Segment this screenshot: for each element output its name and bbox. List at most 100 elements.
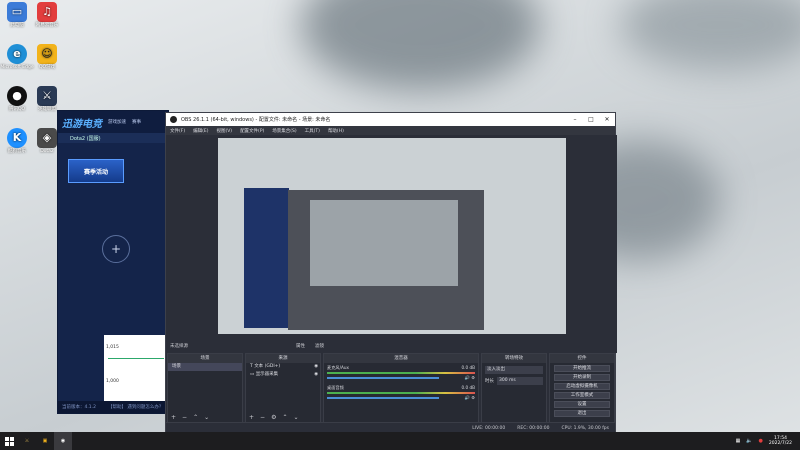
mic-volume-slider[interactable]	[327, 377, 440, 379]
graph-label-top: 1,015	[106, 345, 119, 350]
booster-season-card[interactable]: 赛季活动	[68, 159, 124, 183]
obs-titlebar: OBS 26.1.1 (64-bit, windows) - 配置文件: 未命名…	[166, 113, 615, 126]
preview-area	[166, 135, 617, 353]
source-properties-button[interactable]: 属性	[296, 343, 305, 349]
remove-icon[interactable]: −	[260, 414, 265, 421]
desktop-icon-lol[interactable]: ⚔ 英雄联盟	[30, 86, 64, 113]
move-up-icon[interactable]: ⌃	[282, 414, 287, 421]
mic-level-meter	[327, 372, 475, 374]
mixer-desktop-db: 0.0 dB	[461, 385, 475, 390]
eye-icon[interactable]: ◉	[314, 371, 320, 379]
clock-date: 2022/7/22	[768, 441, 792, 446]
source-toolbar: 未选择源 属性 滤镜	[166, 340, 617, 351]
booster-tab-events[interactable]: 赛事	[132, 119, 141, 125]
mixer-mic-db: 0.0 dB	[461, 365, 475, 370]
window-controls: – □ ✕	[567, 116, 615, 123]
desktop-icon-this-pc[interactable]: ▭ 此电脑	[0, 2, 34, 29]
move-up-icon[interactable]: ⌃	[193, 414, 198, 421]
start-virtual-camera-button[interactable]: 启动虚拟摄像机	[554, 383, 610, 390]
desktop-icon-netease-music[interactable]: ♫ 网易云音乐	[30, 2, 64, 29]
menu-scene-collection[interactable]: 场景集合(S)	[272, 128, 296, 134]
transition-type-select[interactable]: 淡入淡出	[485, 366, 543, 374]
source-item-text[interactable]: T 文本 (GDI+) ◉	[246, 363, 320, 371]
desktop-icon-edge[interactable]: e Microsoft Edge	[0, 44, 34, 71]
scene-item[interactable]: 场景	[168, 363, 242, 371]
start-recording-button[interactable]: 开始录制	[554, 374, 610, 381]
graph-label-bottom: 1,000	[106, 379, 119, 384]
booster-add-game-button[interactable]: +	[102, 235, 130, 263]
duration-input[interactable]: 300 ms	[497, 377, 543, 385]
source-filters-button[interactable]: 滤镜	[315, 343, 324, 349]
computer-icon: ▭	[7, 2, 27, 22]
game-booster-window[interactable]: 迅游电竞 游戏加速 赛事 Dota2 (国服) 赛季活动 + 1,015 1,0…	[57, 110, 169, 414]
close-icon[interactable]: ✕	[599, 116, 615, 123]
booster-game-name: Dota2 (国服)	[70, 135, 101, 142]
source-item-display[interactable]: ▭ 显示器采集 ◉	[246, 371, 320, 379]
menu-file[interactable]: 文件(F)	[170, 128, 185, 134]
taskbar-obs[interactable]: ◉	[54, 432, 72, 450]
scenes-panel: 场景 场景 + − ⌃ ⌄	[167, 353, 243, 423]
live-status: LIVE: 00:00:00	[472, 425, 506, 431]
start-button[interactable]	[0, 432, 18, 450]
netease-tray-icon[interactable]: ●	[759, 438, 763, 444]
desktop-level-meter	[327, 392, 475, 394]
eye-icon[interactable]: ◉	[314, 363, 320, 371]
menu-edit[interactable]: 编辑(E)	[193, 128, 208, 134]
move-down-icon[interactable]: ⌄	[204, 414, 209, 421]
exit-button[interactable]: 退出	[554, 410, 610, 417]
preview-canvas[interactable]	[218, 138, 566, 334]
taskbar-lol[interactable]: ⚔	[18, 432, 36, 450]
edge-icon: e	[7, 44, 27, 64]
booster-help-link[interactable]: 【帮助】 遇到问题怎么办？	[108, 404, 163, 410]
sources-toolbar: + − ⚙ ⌃ ⌄	[246, 413, 320, 422]
taskbar-clock[interactable]: 17:54 2022/7/22	[769, 436, 792, 447]
booster-header: 迅游电竞 游戏加速 赛事	[58, 111, 168, 133]
obs-window[interactable]: OBS 26.1.1 (64-bit, windows) - 配置文件: 未命名…	[165, 112, 617, 434]
mixer-row-desktop: 桌面音频 0.0 dB 🔊 ⚙	[327, 385, 475, 401]
booster-tab-accelerate[interactable]: 游戏加速	[108, 119, 126, 125]
qq-icon: ●	[7, 86, 27, 106]
remove-icon[interactable]: −	[182, 414, 187, 421]
controls-panel: 控件 开始推流 开始录制 启动虚拟摄像机 工作室模式 设置 退出	[549, 353, 615, 423]
transitions-header: 转场特效	[482, 354, 546, 363]
obs-title: OBS 26.1.1 (64-bit, windows) - 配置文件: 未命名…	[181, 117, 331, 123]
studio-mode-button[interactable]: 工作室模式	[554, 392, 610, 399]
volume-icon[interactable]: 🔈	[746, 438, 752, 444]
desktop-icon-kugou[interactable]: K 酷狗音乐	[0, 128, 34, 155]
desktop-icon-qq-game[interactable]: ☺ QQ游戏	[30, 44, 64, 71]
desktop-icon-qq[interactable]: ● 腾讯QQ	[0, 86, 34, 113]
mixer-desktop-name: 桌面音频	[327, 385, 344, 390]
settings-button[interactable]: 设置	[554, 401, 610, 408]
menu-profile[interactable]: 配置文件(P)	[240, 128, 264, 134]
sources-panel: 来源 T 文本 (GDI+) ◉ ▭ 显示器采集 ◉ + − ⚙ ⌃ ⌄	[245, 353, 321, 423]
scenes-header: 场景	[168, 354, 242, 363]
gear-icon[interactable]: ⚙	[271, 414, 276, 421]
speaker-icon[interactable]: 🔊 ⚙	[465, 375, 475, 381]
start-streaming-button[interactable]: 开始推流	[554, 365, 610, 372]
minimize-icon[interactable]: –	[567, 116, 583, 123]
taskbar-booster[interactable]: ▣	[36, 432, 54, 450]
mixer-row-mic: 麦克风/Aux 0.0 dB 🔊 ⚙	[327, 365, 475, 381]
system-tray: ▦ 🔈 ● 17:54 2022/7/22	[736, 436, 800, 447]
menu-tools[interactable]: 工具(T)	[305, 128, 320, 134]
rec-status: REC: 00:00:00	[517, 425, 550, 431]
speaker-icon[interactable]: 🔊 ⚙	[465, 395, 475, 401]
booster-game-bar: Dota2 (国服)	[58, 133, 168, 143]
scenes-toolbar: + − ⌃ ⌄	[168, 413, 242, 422]
move-down-icon[interactable]: ⌄	[293, 414, 298, 421]
maximize-icon[interactable]: □	[583, 116, 599, 123]
add-icon[interactable]: +	[249, 414, 254, 421]
preview-nested-canvas	[310, 200, 458, 286]
menu-help[interactable]: 帮助(H)	[328, 128, 344, 134]
network-icon[interactable]: ▦	[736, 438, 741, 444]
menu-view[interactable]: 视图(V)	[216, 128, 232, 134]
booster-version: 当前版本：4.1.2	[62, 405, 96, 410]
desktop-volume-slider[interactable]	[327, 397, 440, 399]
game-icon: ☺	[37, 44, 57, 64]
add-icon[interactable]: +	[171, 414, 176, 421]
taskbar: ⚔ ▣ ◉ ▦ 🔈 ● 17:54 2022/7/22	[0, 432, 800, 450]
music-icon: ♫	[37, 2, 57, 22]
lol-icon: ⚔	[37, 86, 57, 106]
sources-header: 来源	[246, 354, 320, 363]
preview-nested-booster	[244, 188, 289, 328]
